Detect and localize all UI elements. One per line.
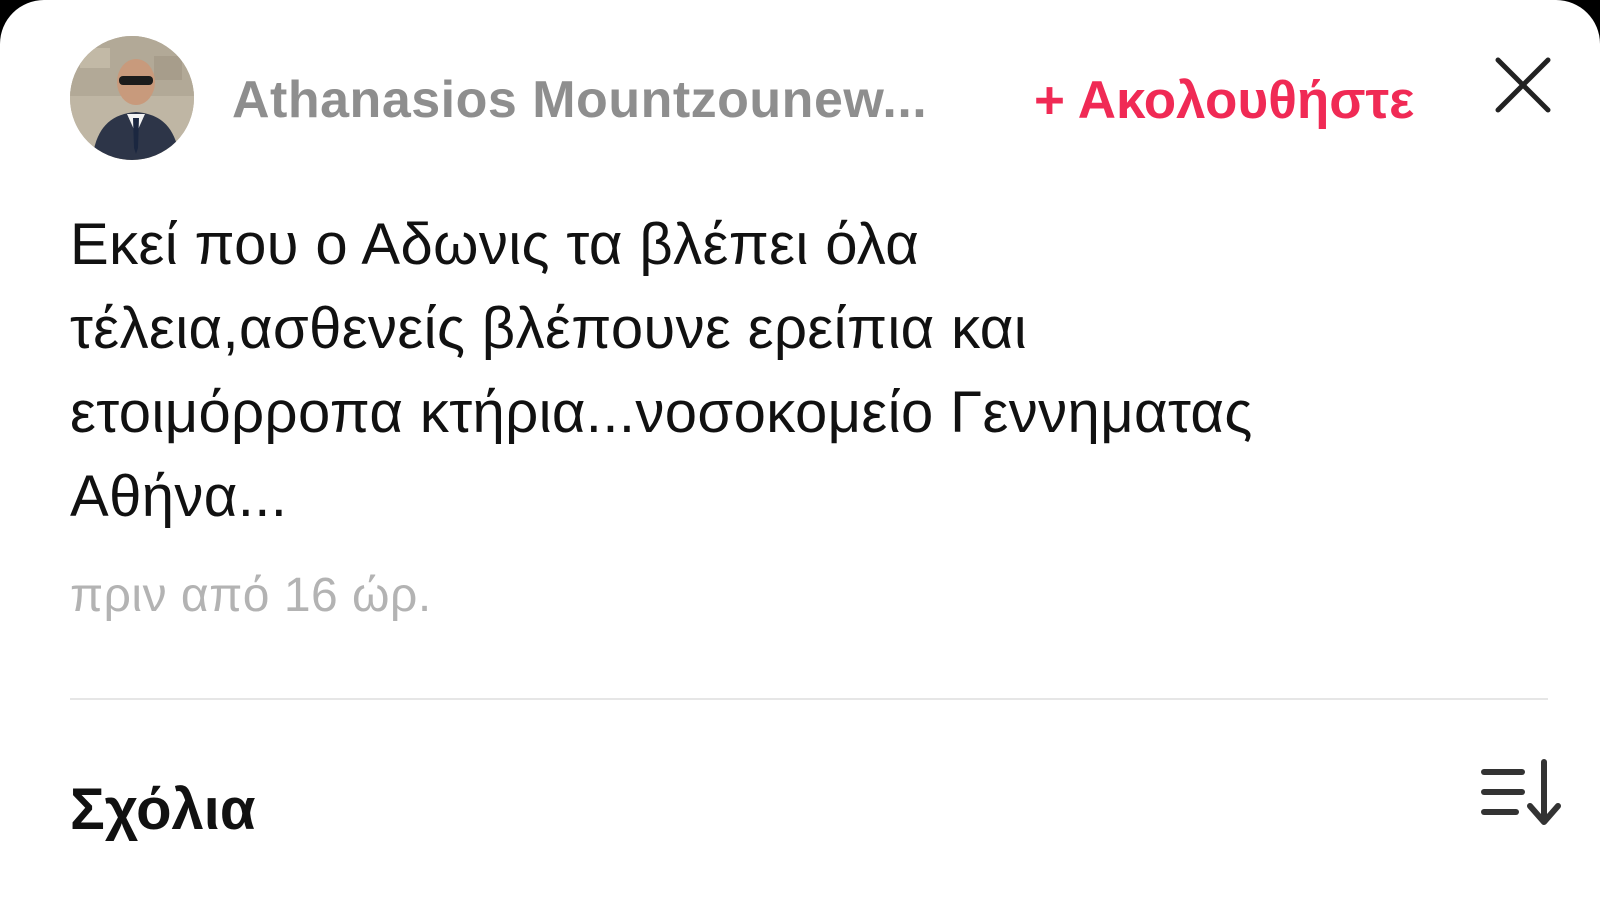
avatar-photo (70, 36, 194, 160)
sort-icon[interactable] (1480, 758, 1562, 830)
close-icon[interactable] (1492, 54, 1554, 116)
post-header: Athanasios Mountzounew... + Ακολουθήστε (70, 36, 1551, 160)
follow-button[interactable]: + Ακολουθήστε (1034, 70, 1414, 131)
post-detail-sheet: Athanasios Mountzounew... + Ακολουθήστε … (0, 0, 1600, 912)
comments-heading: Σχόλια (70, 777, 256, 842)
post-caption: Εκεί που ο Αδωνις τα βλέπει όλα τέλεια,α… (70, 212, 1253, 529)
divider (70, 698, 1548, 700)
username[interactable]: Athanasios Mountzounew... (232, 70, 992, 130)
avatar[interactable] (70, 36, 194, 160)
post-timestamp: πριν από 16 ώρ. (70, 569, 432, 622)
